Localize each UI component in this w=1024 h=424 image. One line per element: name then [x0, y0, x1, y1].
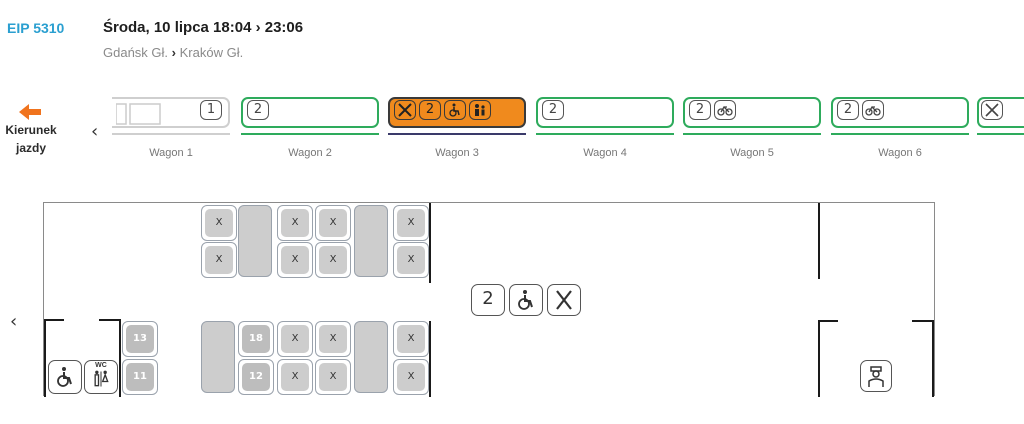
seat[interactable]: X: [315, 359, 351, 395]
route-to: Kraków Gł.: [179, 45, 244, 60]
coach-features: 2: [471, 284, 581, 316]
wheelchair-icon: [444, 100, 466, 120]
seat-free[interactable]: 13: [122, 321, 158, 357]
partition: [44, 319, 46, 397]
seat-free[interactable]: 11: [122, 359, 158, 395]
trip-datetime: Środa, 10 lipca 18:04 › 23:06: [103, 19, 304, 36]
partition: [932, 320, 934, 397]
wc-icon: WC: [84, 360, 118, 394]
attendant-icon: [860, 360, 892, 392]
seat[interactable]: X: [277, 205, 313, 241]
partition: [44, 319, 64, 321]
class-badge: 1: [200, 100, 222, 120]
window-pattern-icon: [116, 103, 161, 125]
table: [238, 205, 272, 277]
restaurant-icon: [547, 284, 581, 316]
seat[interactable]: X: [315, 205, 351, 241]
wagon-6[interactable]: 2 Wagon 6: [831, 96, 969, 159]
seat[interactable]: X: [393, 359, 429, 395]
prev-view-chevron-icon[interactable]: ‹: [10, 311, 17, 332]
seat[interactable]: X: [315, 321, 351, 357]
wagon-2[interactable]: 2 Wagon 2: [241, 96, 379, 159]
wheelchair-icon: [509, 284, 543, 316]
table: [354, 321, 388, 393]
wagon-5[interactable]: 2 Wagon 5: [683, 96, 821, 159]
restaurant-icon: [394, 100, 416, 120]
wagon-7-partial[interactable]: [977, 96, 1024, 135]
wc-label: WC: [95, 362, 107, 369]
seat[interactable]: X: [277, 242, 313, 278]
wagon-1[interactable]: 1 Wagon 1: [112, 96, 230, 159]
family-icon: [469, 100, 491, 120]
partition: [912, 320, 934, 322]
wheelchair-icon: [48, 360, 82, 394]
class-badge: 2: [471, 284, 505, 316]
table: [201, 321, 235, 393]
wagon-selector: 1 Wagon 1 2 Wagon 2 2 Wagon 3 2 Wagon 4 …: [0, 96, 1024, 166]
seat[interactable]: X: [393, 205, 429, 241]
wagon-label: Wagon 1: [149, 147, 193, 159]
route-separator: ›: [171, 45, 176, 60]
seat[interactable]: X: [277, 359, 313, 395]
wagon-label: Wagon 3: [435, 147, 479, 159]
bicycle-icon: [862, 100, 884, 120]
seat[interactable]: X: [393, 321, 429, 357]
wagon-label: Wagon 4: [583, 147, 627, 159]
class-badge: 2: [419, 100, 441, 120]
wagon-4[interactable]: 2 Wagon 4: [536, 96, 674, 159]
seat-free[interactable]: 12: [238, 359, 274, 395]
class-badge: 2: [542, 100, 564, 120]
trip-route: Gdańsk Gł. › Kraków Gł.: [103, 45, 243, 60]
partition: [99, 319, 121, 321]
partition: [429, 203, 431, 283]
seat[interactable]: X: [393, 242, 429, 278]
partition: [429, 321, 431, 397]
partition: [119, 319, 121, 397]
bicycle-icon: [714, 100, 736, 120]
seat[interactable]: X: [315, 242, 351, 278]
wagon-label: Wagon 6: [878, 147, 922, 159]
route-from: Gdańsk Gł.: [103, 45, 169, 60]
class-badge: 2: [247, 100, 269, 120]
wagon-label: Wagon 2: [288, 147, 332, 159]
partition: [818, 320, 838, 322]
seat[interactable]: X: [201, 205, 237, 241]
wagon-3[interactable]: 2 Wagon 3: [388, 96, 526, 159]
restaurant-icon: [981, 100, 1003, 120]
seat[interactable]: X: [277, 321, 313, 357]
table: [354, 205, 388, 277]
class-badge: 2: [837, 100, 859, 120]
partition: [818, 320, 820, 397]
partition: [818, 203, 820, 279]
seat[interactable]: X: [201, 242, 237, 278]
seat-free[interactable]: 18: [238, 321, 274, 357]
class-badge: 2: [689, 100, 711, 120]
train-number: EIP 5310: [7, 20, 65, 36]
wagon-label: Wagon 5: [730, 147, 774, 159]
